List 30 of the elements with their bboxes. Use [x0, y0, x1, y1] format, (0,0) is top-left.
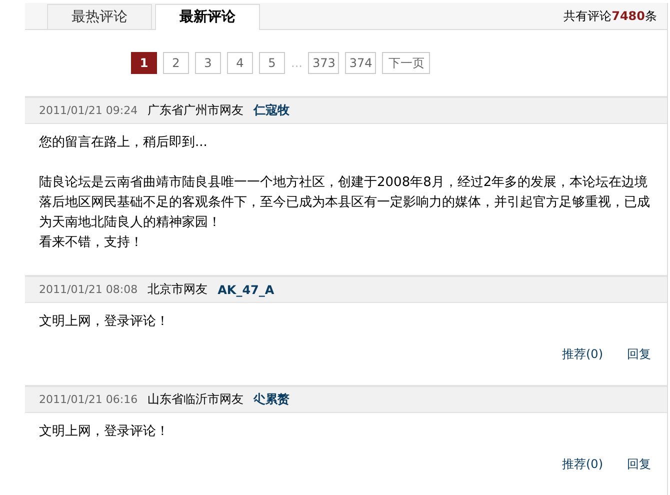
username-link[interactable]: 尐累赘 — [254, 391, 290, 408]
comment-text: 看来不错，支持！ — [39, 234, 144, 252]
comment-text: 文明上网，登录评论！ — [39, 313, 170, 331]
ellipsis: ... — [291, 56, 302, 70]
page-link[interactable]: 5 — [259, 52, 285, 74]
recommend-link[interactable]: 推荐(0) — [562, 346, 603, 363]
username-link[interactable]: AK_47_A — [218, 282, 274, 296]
comment-location: 北京市网友 — [148, 281, 208, 298]
comment-location: 山东省临沂市网友 — [148, 391, 244, 408]
page-link[interactable]: 2 — [163, 52, 189, 74]
comment-time: 2011/01/21 08:08 — [39, 283, 138, 296]
page-link[interactable]: 1 — [131, 52, 157, 74]
comment-text: 文明上网，登录评论！ — [39, 423, 170, 441]
reply-link[interactable]: 回复 — [627, 346, 651, 363]
tab[interactable]: 最热评论 — [47, 4, 152, 29]
page-link[interactable]: 373 — [308, 52, 340, 74]
page-link[interactable]: 4 — [227, 52, 253, 74]
comment-time: 2011/01/21 09:24 — [39, 104, 138, 117]
comment-location: 广东省广州市网友 — [148, 102, 244, 119]
reply-link[interactable]: 回复 — [627, 456, 651, 473]
recommend-link[interactable]: 推荐(0) — [562, 456, 603, 473]
page-link[interactable]: 3 — [195, 52, 221, 74]
comment-text: 陆良论坛是云南省曲靖市陆良县唯一一个地方社区，创建于2008年8月，经过2年多的发展，本论坛在边境落后地区网民基础不足的客观条件下，至今已成为本县区有一定影响力的媒体，并引起官方足够重视，已成为天南地北陆良人的精神家园！ — [39, 174, 651, 232]
page-link[interactable]: 374 — [345, 52, 376, 74]
username-link[interactable]: 仁寇牧 — [254, 102, 290, 119]
comment-time: 2011/01/21 06:16 — [39, 393, 138, 406]
comment-text: 您的留言在路上，稍后即到... — [39, 134, 208, 152]
next-page-link[interactable]: 下一页 — [382, 52, 430, 74]
comment-count: 共有评论7480条 — [564, 8, 657, 24]
tab[interactable]: 最新评论 — [155, 4, 260, 30]
